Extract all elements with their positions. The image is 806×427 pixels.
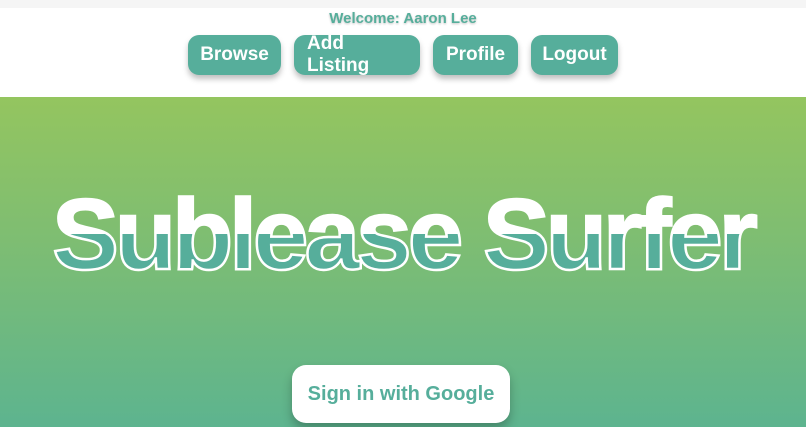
browse-button[interactable]: Browse bbox=[188, 35, 281, 75]
hero-title-outline: Sublease Surfer bbox=[52, 179, 757, 289]
header: Welcome: Aaron Lee Browse Add Listing Pr… bbox=[0, 0, 806, 97]
profile-button[interactable]: Profile bbox=[433, 35, 518, 75]
add-listing-button[interactable]: Add Listing bbox=[294, 33, 420, 76]
welcome-text: Welcome: Aaron Lee bbox=[329, 10, 477, 27]
hero-title-graphic: Sublease Surfer Sublease Surfer Sublease… bbox=[51, 178, 762, 289]
google-signin-button[interactable]: Sign in with Google bbox=[292, 365, 510, 423]
hero-section: Sublease Surfer Sublease Surfer Sublease… bbox=[0, 97, 806, 427]
logout-button[interactable]: Logout bbox=[531, 35, 618, 75]
nav-bar: Browse Add Listing Profile Logout bbox=[0, 33, 806, 76]
hero-title-wrap: Sublease Surfer Sublease Surfer Sublease… bbox=[0, 169, 806, 289]
